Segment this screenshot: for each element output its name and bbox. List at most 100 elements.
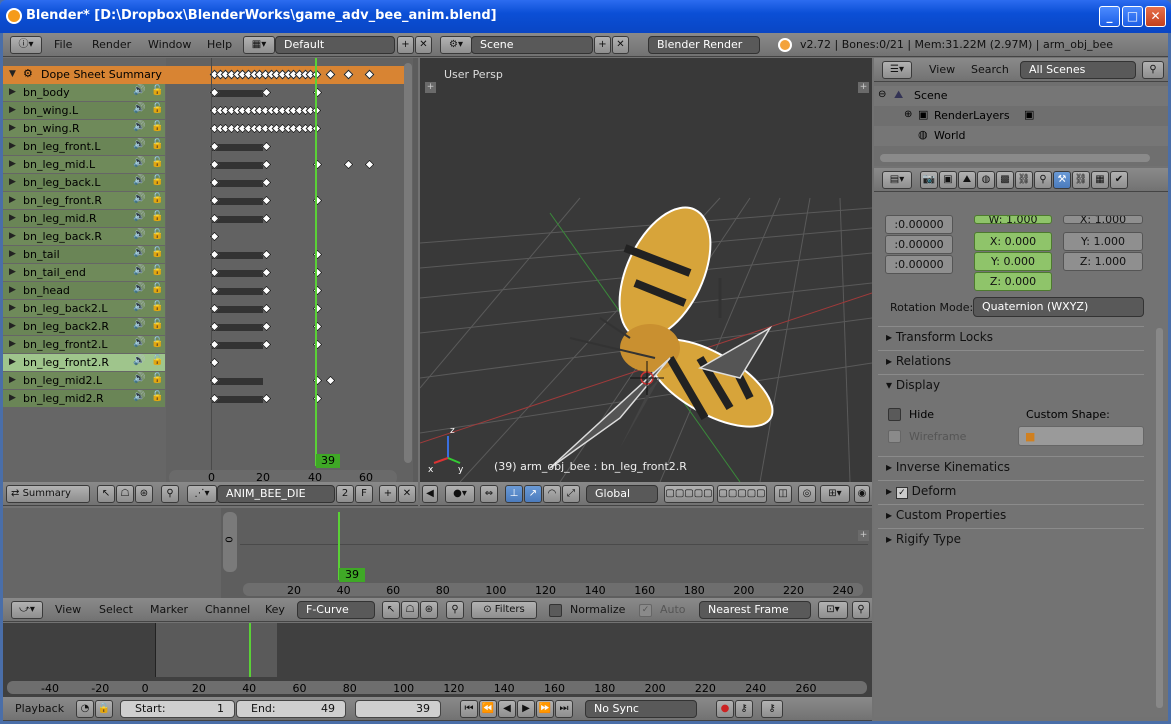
mute-speaker-icon[interactable]: 🔊 (133, 265, 145, 276)
render-engine-select[interactable]: Blender Render (648, 36, 760, 54)
prev-keyframe-icon[interactable]: ⏪ (479, 700, 497, 718)
channel-row[interactable]: ▶ bn_leg_mid.L 🔊 🔓 (3, 156, 165, 173)
menu-window[interactable]: Window (148, 38, 191, 51)
expand-triangle-icon[interactable]: ▶ (9, 105, 16, 115)
expand-triangle-icon[interactable]: ▶ (9, 375, 16, 385)
lock-icon[interactable]: 🔓 (151, 175, 163, 186)
expand-triangle-icon[interactable]: ▶ (9, 159, 16, 169)
section-relations[interactable]: ▸ Relations (878, 350, 1144, 372)
outliner-filter-select[interactable]: All Scenes (1020, 61, 1136, 79)
remove-screen-button[interactable]: ✕ (415, 36, 432, 54)
armature-tab-icon[interactable]: ⚲ (1034, 171, 1052, 189)
outliner-menu-search[interactable]: Search (971, 63, 1009, 76)
lock-icon[interactable]: 🔓 (151, 355, 163, 366)
remove-scene-button[interactable]: ✕ (612, 36, 629, 54)
play-reverse-icon[interactable]: ◀ (498, 700, 516, 718)
editor-type-info-icon[interactable]: ⓘ▾ (10, 36, 42, 54)
keyframe[interactable] (261, 141, 272, 152)
graph-mode-select[interactable]: F-Curve (297, 601, 375, 619)
mute-speaker-icon[interactable]: 🔊 (133, 103, 145, 114)
fake-user-button[interactable]: F (355, 485, 373, 503)
keyframe[interactable] (325, 375, 336, 386)
keyframe[interactable] (343, 69, 354, 80)
normalize-checkbox[interactable] (549, 604, 562, 617)
channel-row[interactable]: ▶ bn_leg_back.L 🔊 🔓 (3, 174, 165, 191)
mute-speaker-icon[interactable]: 🔊 (133, 211, 145, 222)
keyframe[interactable] (261, 195, 272, 206)
mute-speaker-icon[interactable]: 🔊 (133, 247, 145, 258)
summary-channel[interactable]: ▼ Dope Sheet Summary ⚙ (3, 66, 165, 83)
mute-speaker-icon[interactable]: 🔊 (133, 301, 145, 312)
viewport-3d[interactable]: z y x User Persp (39) arm_obj_bee : bn_l… (420, 58, 872, 482)
collapse-icon[interactable]: ⊖ (878, 89, 886, 100)
expand-triangle-icon[interactable]: ▶ (9, 285, 16, 295)
render-preview-icon[interactable]: ◉ (854, 485, 870, 503)
mute-speaker-icon[interactable]: 🔊 (133, 229, 145, 240)
screen-layout-icon[interactable]: ▦▾ (243, 36, 275, 54)
channel-row[interactable]: ▶ bn_leg_front.R 🔊 🔓 (3, 192, 165, 209)
viewport-menu-arrow-icon[interactable]: ◀ (422, 485, 438, 503)
channel-row[interactable]: ▶ bn_leg_back.R 🔊 🔓 (3, 228, 165, 245)
lock-icon[interactable]: 🔓 (151, 319, 163, 330)
graph-search-icon[interactable]: ⚲ (446, 601, 464, 619)
channel-row[interactable]: ▶ bn_wing.L 🔊 🔓 (3, 102, 165, 119)
quat-w[interactable]: W: 1.000 (974, 215, 1052, 224)
preview-range-icon[interactable]: ◔ (76, 700, 94, 718)
expand-triangle-icon[interactable]: ▶ (9, 303, 16, 313)
constraints-tab-icon[interactable]: ⛓ (1015, 171, 1033, 189)
channel-row[interactable]: ▶ bn_leg_mid2.L 🔊 🔓 (3, 372, 165, 389)
keyframe[interactable] (261, 177, 272, 188)
record-icon[interactable]: ● (716, 700, 734, 718)
expand-triangle-icon[interactable]: ▶ (9, 141, 16, 151)
mute-speaker-icon[interactable]: 🔊 (133, 121, 145, 132)
expand-icon[interactable]: ⊕ (904, 109, 912, 120)
scene-icon[interactable]: ⚙▾ (440, 36, 472, 54)
only-errors-icon[interactable]: ⊛ (135, 485, 153, 503)
mute-speaker-icon[interactable]: 🔊 (133, 391, 145, 402)
current-frame-field[interactable]: 39 (355, 700, 441, 718)
pivot-point-icon[interactable]: ⊡▾ (818, 601, 848, 619)
channel-row[interactable]: ▶ bn_leg_back2.R 🔊 🔓 (3, 318, 165, 335)
lock-icon[interactable]: 🔓 (151, 157, 163, 168)
expand-triangle-icon[interactable]: ▶ (9, 177, 16, 187)
lock-icon[interactable]: 🔓 (151, 391, 163, 402)
keyframe[interactable] (261, 321, 272, 332)
outliner-editor-icon[interactable]: ☰▾ (882, 61, 912, 79)
channel-row[interactable]: ▶ bn_leg_mid2.R 🔊 🔓 (3, 390, 165, 407)
channel-row[interactable]: ▶ bn_leg_back2.L 🔊 🔓 (3, 300, 165, 317)
dopesheet-mode-select[interactable]: ⇄ Summary (6, 485, 90, 503)
expand-triangle-icon[interactable]: ▶ (9, 357, 16, 367)
renderlayers-tab-icon[interactable]: ▣ (939, 171, 957, 189)
outliner-menu-view[interactable]: View (929, 63, 955, 76)
expand-triangle-icon[interactable]: ▶ (9, 231, 16, 241)
channel-row[interactable]: ▶ bn_leg_front2.L 🔊 🔓 (3, 336, 165, 353)
rotation-value-2[interactable]: :0.00000 (885, 255, 953, 274)
end-frame-field[interactable]: End: 49 (236, 700, 346, 718)
lock-range-icon[interactable]: 🔒 (95, 700, 113, 718)
mute-speaker-icon[interactable]: 🔊 (133, 319, 145, 330)
outliner-row-world[interactable]: ◍ World (874, 126, 1168, 146)
menu-file[interactable]: File (54, 38, 72, 51)
outliner-row-renderlayers[interactable]: ⊕ ▣ RenderLayers ▣ (874, 106, 1168, 126)
mute-speaker-icon[interactable]: 🔊 (133, 283, 145, 294)
only-selected-icon[interactable]: ↖ (97, 485, 115, 503)
quat-x[interactable]: X: 0.000 (974, 232, 1052, 251)
lock-icon[interactable]: 🔓 (151, 229, 163, 240)
graph-show-hidden-icon[interactable]: ☖ (401, 601, 419, 619)
graph-properties-toggle-icon[interactable]: + (858, 530, 869, 541)
physics-tab-icon[interactable]: ✔ (1110, 171, 1128, 189)
quat-y[interactable]: Y: 0.000 (974, 252, 1052, 271)
mute-speaker-icon[interactable]: 🔊 (133, 337, 145, 348)
rotation-value-0[interactable]: :0.00000 (885, 215, 953, 234)
expand-triangle-icon[interactable]: ▶ (9, 267, 16, 277)
insert-keyframe-icon[interactable]: ⚷ (761, 700, 783, 718)
keyframe[interactable] (261, 267, 272, 278)
properties-vscroll[interactable] (1156, 328, 1163, 708)
lock-icon[interactable]: 🔓 (151, 103, 163, 114)
scale-z[interactable]: Z: 1.000 (1063, 252, 1143, 271)
graph-menu-view[interactable]: View (55, 603, 81, 616)
world-tab-icon[interactable]: ◍ (977, 171, 995, 189)
graph-zoom-icon[interactable]: ⚲ (852, 601, 870, 619)
keyframe[interactable] (261, 249, 272, 260)
channel-row[interactable]: ▶ bn_leg_front2.R 🔊 🔓 (3, 354, 165, 371)
